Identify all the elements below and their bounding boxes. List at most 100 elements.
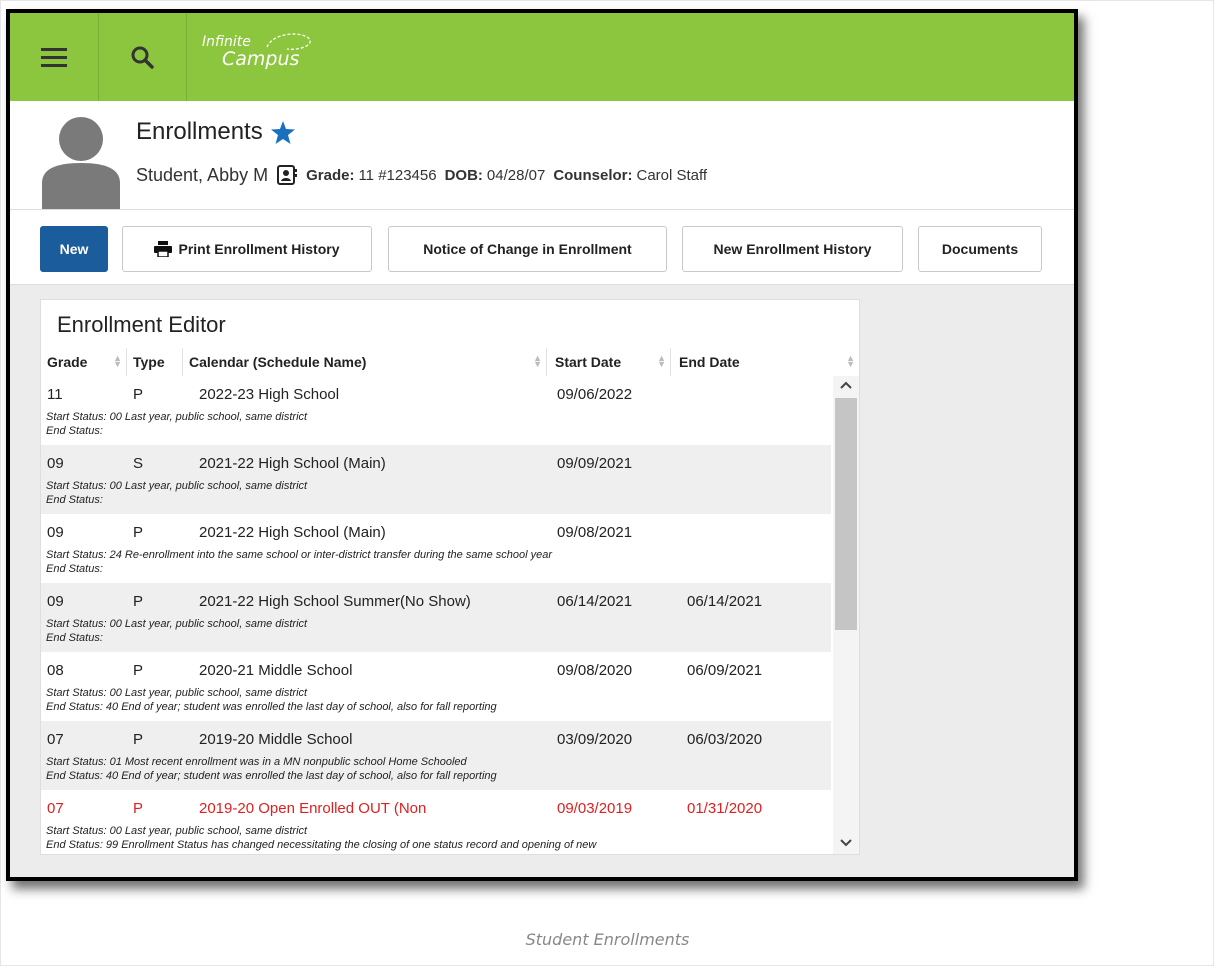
column-label: Grade	[47, 354, 88, 370]
star-favorite-icon[interactable]	[270, 120, 295, 144]
print-button-label: Print Enrollment History	[178, 241, 340, 257]
student-avatar-icon	[42, 117, 120, 209]
search-icon	[131, 46, 154, 69]
enrollment-rows: 11 P 2022-23 High School 09/06/2022 Star…	[41, 376, 831, 854]
counselor-value: Carol Staff	[636, 166, 708, 184]
content-area: Enrollment Editor Grade ▲ ▼ Type Calendar…	[10, 285, 1074, 877]
start-status: Start Status: 24 Re-enrollment into the …	[46, 549, 553, 561]
start-status: Start Status: 00 Last year, public schoo…	[46, 411, 308, 423]
table-row[interactable]: 09 P 2021-22 High School (Main) 09/08/20…	[41, 514, 831, 583]
end-status: End Status: 99 Enrollment Status has cha…	[46, 839, 597, 851]
cell-type: P	[133, 524, 144, 541]
column-label: Calendar (Schedule Name)	[189, 354, 367, 370]
cell-calendar: 2022-23 High School	[199, 386, 340, 403]
column-label: Start Date	[555, 354, 622, 370]
cell-grade: 08	[47, 662, 64, 679]
cell-grade: 09	[47, 455, 64, 472]
sort-icon: ▲ ▼	[846, 353, 855, 369]
vertical-scrollbar[interactable]	[833, 376, 859, 854]
cell-start-date: 09/09/2021	[557, 455, 633, 472]
dob-label: DOB:	[444, 166, 483, 184]
end-status: End Status:	[46, 632, 103, 644]
counselor-label: Counselor:	[553, 166, 633, 184]
cell-start-date: 03/09/2020	[557, 731, 633, 748]
start-status: Start Status: 00 Last year, public schoo…	[46, 825, 308, 837]
column-header-end-date[interactable]: End Date ▲ ▼	[671, 348, 859, 376]
table-row[interactable]: 07 P 2019-20 Middle School 03/09/2020 06…	[41, 721, 831, 790]
cell-grade: 09	[47, 593, 64, 610]
cell-calendar: 2021-22 High School (Main)	[199, 455, 386, 472]
printer-icon	[154, 241, 173, 257]
end-status: End Status:	[46, 563, 103, 575]
cell-type: P	[133, 731, 144, 748]
enrollment-editor-panel: Enrollment Editor Grade ▲ ▼ Type Calendar…	[40, 299, 860, 855]
cell-calendar: 2021-22 High School (Main)	[199, 524, 386, 541]
scrollbar-thumb[interactable]	[835, 398, 857, 630]
sort-icon: ▲ ▼	[657, 353, 666, 369]
page-title: Enrollments	[136, 118, 295, 146]
end-status: End Status: 40 End of year; student was …	[46, 770, 497, 782]
new-enrollment-history-button[interactable]: New Enrollment History	[682, 226, 903, 272]
table-row[interactable]: 08 P 2020-21 Middle School 09/08/2020 06…	[41, 652, 831, 721]
cell-end-date: 06/14/2021	[687, 593, 763, 610]
column-label: Type	[133, 354, 165, 370]
cell-grade: 07	[47, 800, 64, 817]
end-status: End Status: 40 End of year; student was …	[46, 701, 497, 713]
cell-grade: 09	[47, 524, 64, 541]
documents-button-label: Documents	[941, 241, 1019, 257]
sort-icon: ▲ ▼	[113, 353, 122, 369]
cell-calendar: 2019-20 Open Enrolled OUT (Non	[199, 800, 427, 817]
hamburger-icon	[41, 48, 67, 67]
print-enrollment-history-button[interactable]: Print Enrollment History	[122, 226, 372, 272]
new-button[interactable]: New	[40, 226, 108, 272]
table-row[interactable]: 07 P 2019-20 Open Enrolled OUT (Non 09/0…	[41, 790, 831, 854]
column-header-grade[interactable]: Grade ▲ ▼	[41, 348, 127, 376]
cell-type: P	[133, 386, 144, 403]
cell-start-date: 09/08/2020	[557, 662, 633, 679]
search-button[interactable]	[98, 13, 187, 101]
column-header-start-date[interactable]: Start Date ▲ ▼	[547, 348, 671, 376]
start-status: Start Status: 00 Last year, public schoo…	[46, 480, 308, 492]
cell-type: S	[133, 455, 144, 472]
cell-grade: 07	[47, 731, 64, 748]
student-summary: Student, Abby M Grade: 11 #123456 DOB: 0…	[136, 164, 707, 186]
scroll-up-icon[interactable]	[839, 380, 853, 392]
table-row[interactable]: 11 P 2022-23 High School 09/06/2022 Star…	[41, 376, 831, 445]
panel-title: Enrollment Editor	[57, 312, 226, 337]
dob-value: 04/28/07	[486, 166, 546, 184]
end-status: End Status:	[46, 494, 103, 506]
cell-start-date: 06/14/2021	[557, 593, 633, 610]
infinite-campus-logo[interactable]: Infinite Campus	[202, 33, 311, 69]
page-title-text: Enrollments	[136, 118, 263, 145]
cell-type: P	[133, 593, 144, 610]
logo-swoosh-icon	[266, 33, 311, 50]
table-row[interactable]: 09 S 2021-22 High School (Main) 09/09/20…	[41, 445, 831, 514]
student-name: Student, Abby M	[136, 164, 269, 185]
new-button-label: New	[59, 241, 89, 257]
start-status: Start Status: 00 Last year, public schoo…	[46, 618, 308, 630]
notice-of-change-button[interactable]: Notice of Change in Enrollment	[388, 226, 667, 272]
cell-start-date: 09/06/2022	[557, 386, 633, 403]
start-status: Start Status: 01 Most recent enrollment …	[46, 756, 467, 768]
notice-button-label: Notice of Change in Enrollment	[423, 241, 632, 257]
column-header-type[interactable]: Type	[127, 348, 183, 376]
grade-value: 11 #123456	[358, 166, 437, 184]
cell-grade: 11	[47, 386, 63, 403]
scroll-down-icon[interactable]	[839, 838, 853, 850]
contact-card-icon[interactable]	[276, 164, 298, 186]
figure-caption: Student Enrollments	[525, 930, 690, 949]
menu-button[interactable]	[10, 13, 99, 101]
column-header-calendar[interactable]: Calendar (Schedule Name) ▲ ▼	[183, 348, 547, 376]
table-row[interactable]: 09 P 2021-22 High School Summer(No Show)…	[41, 583, 831, 652]
sort-icon: ▲ ▼	[533, 353, 542, 369]
documents-button[interactable]: Documents	[918, 226, 1042, 272]
cell-type: P	[133, 662, 144, 679]
cell-calendar: 2019-20 Middle School	[199, 731, 353, 748]
cell-calendar: 2020-21 Middle School	[199, 662, 353, 679]
cell-end-date: 06/09/2021	[687, 662, 763, 679]
cell-type: P	[133, 800, 144, 817]
cell-start-date: 09/08/2021	[557, 524, 633, 541]
column-label: End Date	[679, 354, 740, 370]
new-history-button-label: New Enrollment History	[713, 241, 872, 257]
end-status: End Status:	[46, 425, 103, 437]
